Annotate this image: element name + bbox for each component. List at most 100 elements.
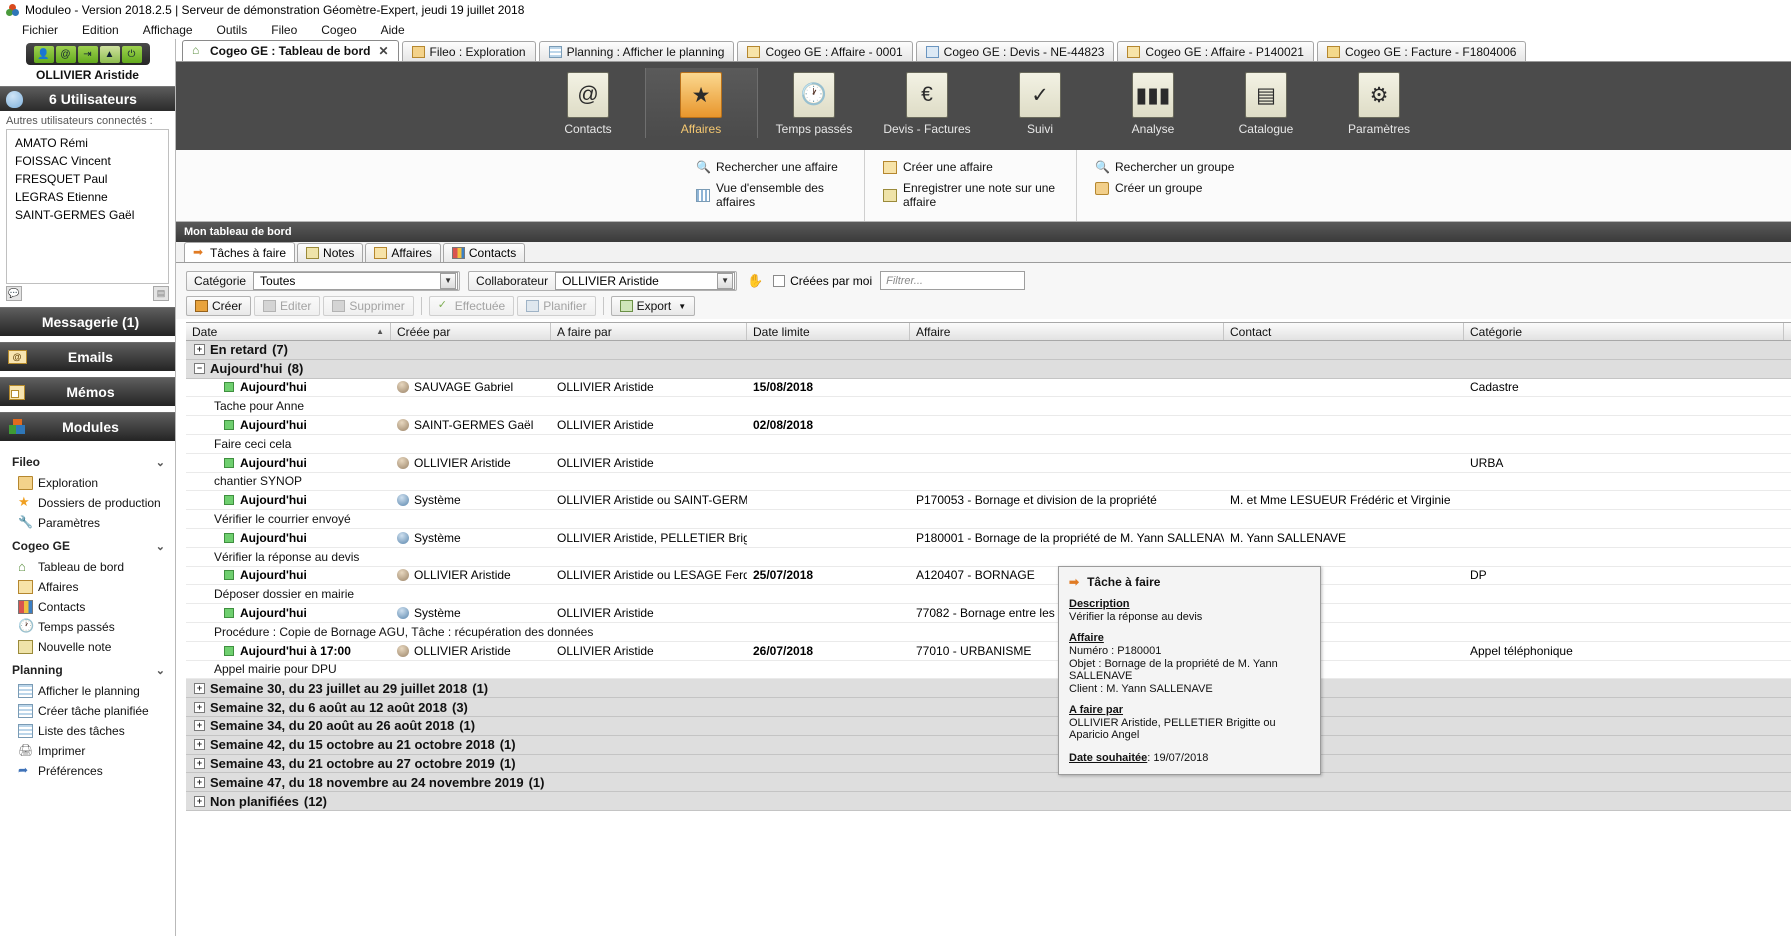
list-item[interactable]: LEGRAS Etienne	[7, 188, 168, 206]
effectuee-button[interactable]: ✓ Effectuée	[428, 296, 515, 316]
ribbon-item-parametres[interactable]: ⚙ Paramètres	[1323, 68, 1436, 138]
expand-icon[interactable]: +	[194, 739, 205, 751]
expand-icon[interactable]: +	[194, 757, 205, 769]
sidebar-bar-messagerie[interactable]: Messagerie (1)	[0, 307, 175, 336]
tab-facture-f1804006[interactable]: Cogeo GE : Facture - F1804006	[1316, 41, 1527, 61]
chevron-down-icon[interactable]: ▼	[717, 272, 734, 289]
tab-contacts[interactable]: Contacts	[442, 243, 526, 262]
group-row-semaine-32[interactable]: + Semaine 32, du 6 août au 12 août 2018 …	[186, 698, 1791, 717]
table-row[interactable]: Aujourd'hui Système OLLIVIER Aristide 77…	[186, 604, 1791, 623]
sidebar-item-preferences[interactable]: ➦ Préférences	[0, 761, 175, 781]
column-header-categorie[interactable]: Catégorie	[1464, 323, 1784, 340]
sidebar-item-affaires[interactable]: Affaires	[0, 577, 175, 597]
ribbon-item-catalogue[interactable]: ▤ Catalogue	[1210, 68, 1323, 138]
checkbox[interactable]	[773, 274, 786, 287]
sidebar-item-dossiers-production[interactable]: ★ Dossiers de production	[0, 493, 175, 513]
tab-affaire-p140021[interactable]: Cogeo GE : Affaire - P140021	[1117, 41, 1314, 61]
group-row-en-retard[interactable]: + En retard (7)	[186, 341, 1791, 360]
sidebar-item-tableau-de-bord[interactable]: ⌂ Tableau de bord	[0, 557, 175, 577]
tab-planning-afficher[interactable]: Planning : Afficher le planning	[538, 41, 735, 61]
nav-group-cogeo-ge[interactable]: Cogeo GE ⌄	[0, 533, 175, 557]
creees-par-moi-checkbox[interactable]: Créées par moi	[773, 274, 872, 288]
chevron-down-icon[interactable]: ⌄	[156, 540, 165, 553]
search-input[interactable]: Filtrer...	[880, 271, 1026, 290]
sidebar-item-liste-des-taches[interactable]: Liste des tâches	[0, 721, 175, 741]
tab-affaire-0001[interactable]: Cogeo GE : Affaire - 0001	[737, 41, 913, 61]
table-row[interactable]: Aujourd'hui à 17:00 OLLIVIER Aristide OL…	[186, 642, 1791, 661]
sidebar-item-exploration[interactable]: Exploration	[0, 473, 175, 493]
menu-item-fichier[interactable]: Fichier	[10, 23, 70, 37]
expand-icon[interactable]: +	[194, 720, 205, 732]
expand-icon[interactable]: +	[194, 776, 205, 788]
ribbon-item-analyse[interactable]: ▮▮▮ Analyse	[1097, 68, 1210, 138]
menu-item-cogeo[interactable]: Cogeo	[309, 23, 368, 37]
hand-tool-icon[interactable]: ✋	[745, 271, 765, 291]
column-header-date[interactable]: Date ▲	[186, 323, 391, 340]
menu-item-fileo[interactable]: Fileo	[259, 23, 309, 37]
tab-cogeo-tableau-de-bord[interactable]: ⌂ Cogeo GE : Tableau de bord ✕	[182, 40, 399, 61]
table-row[interactable]: Aujourd'hui Système OLLIVIER Aristide, P…	[186, 529, 1791, 548]
sidebar-item-parametres[interactable]: 🔧 Paramètres	[0, 513, 175, 533]
chevron-down-icon[interactable]: ▼	[678, 302, 686, 311]
sidebar-item-afficher-planning[interactable]: Afficher le planning	[0, 681, 175, 701]
list-item[interactable]: SAINT-GERMES Gaël	[7, 206, 168, 224]
expand-icon[interactable]: +	[194, 682, 205, 694]
chevron-down-icon[interactable]: ⌄	[156, 456, 165, 469]
quicklink-enregistrer-note-affaire[interactable]: Enregistrer une note sur une affaire	[883, 181, 1076, 209]
sidebar-item-nouvelle-note[interactable]: Nouvelle note	[0, 637, 175, 657]
supprimer-button[interactable]: Supprimer	[323, 296, 414, 316]
users-header[interactable]: 6 Utilisateurs	[0, 86, 175, 111]
sidebar-item-contacts[interactable]: Contacts	[0, 597, 175, 617]
menu-item-outils[interactable]: Outils	[205, 23, 260, 37]
planifier-button[interactable]: Planifier	[517, 296, 596, 316]
column-header-date-limite[interactable]: Date limite	[747, 323, 910, 340]
menu-item-edition[interactable]: Edition	[70, 23, 131, 37]
close-icon[interactable]: ✕	[378, 44, 388, 58]
menu-item-aide[interactable]: Aide	[369, 23, 417, 37]
sidebar-item-imprimer[interactable]: 🖨 Imprimer	[0, 741, 175, 761]
connected-users-list[interactable]: AMATO Rémi FOISSAC Vincent FRESQUET Paul…	[6, 129, 169, 284]
quicklink-creer-une-affaire[interactable]: Créer une affaire	[883, 160, 1076, 174]
quicklink-rechercher-un-groupe[interactable]: 🔍 Rechercher un groupe	[1095, 160, 1316, 174]
group-row-semaine-30[interactable]: + Semaine 30, du 23 juillet au 29 juille…	[186, 679, 1791, 699]
group-row-semaine-47[interactable]: + Semaine 47, du 18 novembre au 24 novem…	[186, 773, 1791, 793]
list-item[interactable]: FOISSAC Vincent	[7, 152, 168, 170]
column-header-creee-par[interactable]: Créée par	[391, 323, 551, 340]
list-item[interactable]: FRESQUET Paul	[7, 170, 168, 188]
sidebar-item-temps-passes[interactable]: 🕐 Temps passés	[0, 617, 175, 637]
collaborateur-filter[interactable]: Collaborateur OLLIVIER Aristide ▼	[468, 270, 738, 291]
chevron-down-icon[interactable]: ▼	[440, 272, 457, 289]
panel-icon[interactable]: ▤	[153, 286, 169, 301]
column-header-contact[interactable]: Contact	[1224, 323, 1464, 340]
tab-fileo-exploration[interactable]: Fileo : Exploration	[401, 41, 536, 61]
sidebar-item-creer-tache-planifiee[interactable]: Créer tâche planifiée	[0, 701, 175, 721]
group-row-semaine-42[interactable]: + Semaine 42, du 15 octobre au 21 octobr…	[186, 735, 1791, 755]
tab-taches-a-faire[interactable]: ➡ Tâches à faire	[184, 242, 296, 262]
column-header-a-faire-par[interactable]: A faire par	[551, 323, 747, 340]
group-row-semaine-34[interactable]: + Semaine 34, du 20 août au 26 août 2018…	[186, 716, 1791, 736]
column-header-affaire[interactable]: Affaire	[910, 323, 1224, 340]
expand-icon[interactable]: +	[194, 795, 205, 807]
sidebar-bar-modules[interactable]: Modules	[0, 412, 175, 441]
editer-button[interactable]: Editer	[254, 296, 321, 316]
expand-icon[interactable]: +	[194, 344, 205, 356]
ribbon-item-affaires[interactable]: ★ Affaires	[644, 68, 758, 138]
categorie-filter[interactable]: Catégorie Toutes ▼	[186, 270, 461, 291]
table-row[interactable]: Aujourd'hui SAINT-GERMES Gaël OLLIVIER A…	[186, 416, 1791, 435]
ribbon-item-devis-factures[interactable]: € Devis - Factures	[871, 68, 984, 138]
collapse-icon[interactable]: −	[194, 363, 205, 375]
table-row[interactable]: Aujourd'hui Système OLLIVIER Aristide ou…	[186, 491, 1791, 511]
nav-group-planning[interactable]: Planning ⌄	[0, 657, 175, 681]
export-button[interactable]: Export ▼	[610, 296, 696, 316]
nav-group-fileo[interactable]: Fileo ⌄	[0, 449, 175, 473]
group-row-non-planifiees[interactable]: + Non planifiées (12)	[186, 792, 1791, 811]
ribbon-item-temps-passes[interactable]: 🕐 Temps passés	[758, 68, 871, 138]
menu-item-affichage[interactable]: Affichage	[131, 23, 205, 37]
creer-button[interactable]: Créer	[186, 296, 252, 316]
tab-affaires[interactable]: Affaires	[365, 243, 441, 262]
list-item[interactable]: AMATO Rémi	[7, 134, 168, 152]
tab-devis-ne44823[interactable]: Cogeo GE : Devis - NE-44823	[915, 41, 1115, 61]
chat-icon[interactable]: 💬	[6, 286, 22, 301]
expand-icon[interactable]: +	[194, 701, 205, 713]
quicklink-creer-un-groupe[interactable]: Créer un groupe	[1095, 181, 1316, 195]
